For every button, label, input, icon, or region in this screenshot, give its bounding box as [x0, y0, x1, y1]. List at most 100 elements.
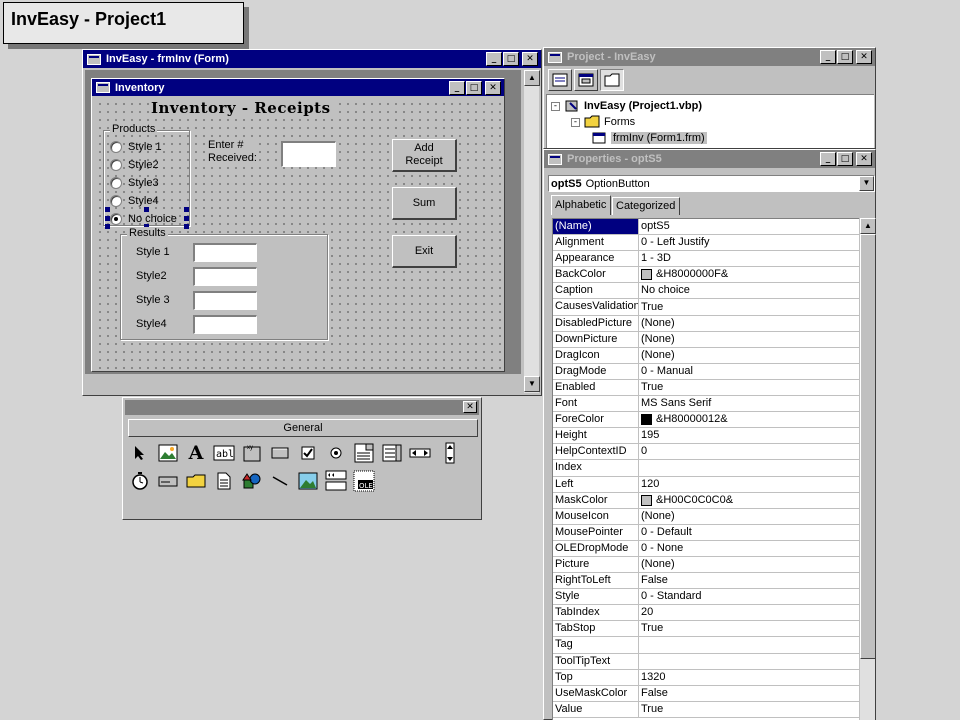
- property-row[interactable]: Alignment 0 - Left Justify: [553, 235, 859, 252]
- selection-handle[interactable]: [105, 216, 110, 221]
- property-value[interactable]: 0 - None: [639, 541, 859, 556]
- results-frame[interactable]: Results Style 1 Style2 Style 3 Style4: [120, 227, 328, 340]
- view-object-icon[interactable]: [574, 69, 598, 91]
- property-row[interactable]: Font MS Sans Serif: [553, 396, 859, 413]
- scroll-thumb[interactable]: [860, 234, 876, 659]
- collapse-icon[interactable]: -: [551, 101, 560, 111]
- property-row[interactable]: Picture (None): [553, 556, 859, 574]
- property-row[interactable]: Caption No choice: [553, 283, 859, 300]
- selection-handle[interactable]: [184, 224, 189, 229]
- close-icon[interactable]: ✕: [856, 152, 872, 166]
- property-value[interactable]: MS Sans Serif: [639, 396, 859, 411]
- tree-project-root[interactable]: - InvEasy (Project1.vbp): [551, 99, 702, 113]
- property-row[interactable]: MouseIcon (None): [553, 508, 859, 525]
- property-value[interactable]: 0 - Left Justify: [639, 235, 859, 250]
- property-row[interactable]: Top 1320: [553, 669, 859, 686]
- property-row[interactable]: DownPicture (None): [553, 331, 859, 348]
- property-value[interactable]: optS5: [639, 219, 859, 234]
- scroll-up-icon[interactable]: ▲: [524, 70, 540, 86]
- property-value[interactable]: [639, 654, 859, 669]
- filelistbox-icon[interactable]: [213, 470, 235, 492]
- property-row[interactable]: RightToLeft False: [553, 573, 859, 590]
- timer-icon[interactable]: [129, 470, 151, 492]
- dropdown-arrow-icon[interactable]: ▼: [859, 176, 874, 191]
- property-value[interactable]: (None): [639, 509, 859, 524]
- line-icon[interactable]: [269, 470, 291, 492]
- property-row[interactable]: DragMode 0 - Manual: [553, 363, 859, 380]
- optionbutton-icon[interactable]: [325, 442, 347, 464]
- property-value[interactable]: 0: [639, 444, 859, 459]
- property-value[interactable]: [639, 460, 859, 475]
- property-row[interactable]: Enabled True: [553, 379, 859, 397]
- property-value[interactable]: 1320: [639, 670, 859, 685]
- tab-categorized[interactable]: Categorized: [612, 197, 680, 215]
- radio-style4[interactable]: Style4: [110, 195, 159, 207]
- vscrollbar-icon[interactable]: [439, 442, 461, 464]
- property-row[interactable]: MousePointer 0 - Default: [553, 524, 859, 541]
- selection-handle[interactable]: [184, 216, 189, 221]
- property-row[interactable]: ToolTipText: [553, 653, 859, 670]
- property-grid[interactable]: (Name) optS5 Alignment 0 - Left Justify Appe…: [552, 218, 859, 720]
- sum-button[interactable]: Sum: [392, 187, 457, 220]
- picturebox-icon[interactable]: [157, 442, 179, 464]
- tree-forms-folder[interactable]: - Forms: [571, 115, 635, 129]
- property-value[interactable]: True: [639, 621, 859, 636]
- property-value[interactable]: No choice: [639, 283, 859, 298]
- property-value[interactable]: False: [639, 573, 859, 588]
- result-style4-field[interactable]: [193, 315, 257, 334]
- maximize-icon[interactable]: □: [837, 152, 853, 166]
- maximize-icon[interactable]: □: [466, 80, 482, 95]
- property-row[interactable]: Appearance 1 - 3D: [553, 251, 859, 268]
- property-value[interactable]: 20: [639, 605, 859, 620]
- property-value[interactable]: 0 - Manual: [639, 364, 859, 379]
- image-icon[interactable]: [297, 470, 319, 492]
- property-value[interactable]: 120: [639, 477, 859, 492]
- toolbox-tab-general[interactable]: General: [128, 419, 478, 437]
- property-value[interactable]: &H00C0C0C0&: [639, 493, 859, 508]
- selection-handle[interactable]: [105, 207, 110, 212]
- products-frame[interactable]: Products Style 1 Style2 Style3 Style4 No…: [103, 123, 190, 229]
- property-value[interactable]: (None): [639, 316, 859, 331]
- minimize-icon[interactable]: _: [820, 50, 836, 64]
- minimize-icon[interactable]: _: [820, 152, 836, 166]
- property-row[interactable]: Value True: [553, 701, 859, 718]
- property-row[interactable]: HelpContextID 0: [553, 444, 859, 461]
- textbox-icon[interactable]: abl: [213, 442, 235, 464]
- maximize-icon[interactable]: □: [837, 50, 853, 64]
- property-row[interactable]: DisabledPicture (None): [553, 315, 859, 332]
- tree-form-item[interactable]: frmInv (Form1.frm): [591, 131, 707, 145]
- selection-handle[interactable]: [144, 207, 149, 212]
- close-icon[interactable]: ✕: [522, 52, 538, 66]
- received-input[interactable]: [281, 141, 336, 167]
- property-row[interactable]: Index: [553, 460, 859, 477]
- inventory-form[interactable]: Inventory _ □ ✕ Inventory - Receipts Pro…: [91, 78, 505, 372]
- property-row[interactable]: Tag: [553, 637, 859, 654]
- property-value[interactable]: True: [639, 702, 859, 717]
- property-value[interactable]: True: [639, 299, 859, 314]
- data-control-icon[interactable]: [325, 470, 347, 492]
- result-style3-field[interactable]: [193, 291, 257, 310]
- property-row[interactable]: UseMaskColor False: [553, 685, 859, 702]
- pointer-icon[interactable]: [129, 442, 151, 464]
- toggle-folders-icon[interactable]: [600, 69, 624, 91]
- listbox-icon[interactable]: [381, 442, 403, 464]
- collapse-icon[interactable]: -: [571, 117, 580, 127]
- property-row[interactable]: (Name) optS5: [553, 219, 859, 236]
- property-row[interactable]: ForeColor &H80000012&: [553, 412, 859, 429]
- object-selector[interactable]: optS5 OptionButton ▼: [548, 175, 875, 192]
- property-value[interactable]: False: [639, 686, 859, 701]
- tab-alphabetic[interactable]: Alphabetic: [551, 195, 611, 215]
- property-row[interactable]: OLEDropMode 0 - None: [553, 540, 859, 557]
- dirlistbox-icon[interactable]: [185, 470, 207, 492]
- property-row[interactable]: TabStop True: [553, 621, 859, 638]
- property-value[interactable]: (None): [639, 348, 859, 363]
- maximize-icon[interactable]: □: [503, 52, 519, 66]
- drivelistbox-icon[interactable]: [157, 470, 179, 492]
- property-row[interactable]: Style 0 - Standard: [553, 589, 859, 606]
- property-row[interactable]: BackColor &H8000000F&: [553, 267, 859, 284]
- property-value[interactable]: (None): [639, 557, 859, 572]
- minimize-icon[interactable]: _: [449, 80, 465, 95]
- result-style2-field[interactable]: [193, 267, 257, 286]
- commandbutton-icon[interactable]: [269, 442, 291, 464]
- property-row[interactable]: TabIndex 20: [553, 605, 859, 622]
